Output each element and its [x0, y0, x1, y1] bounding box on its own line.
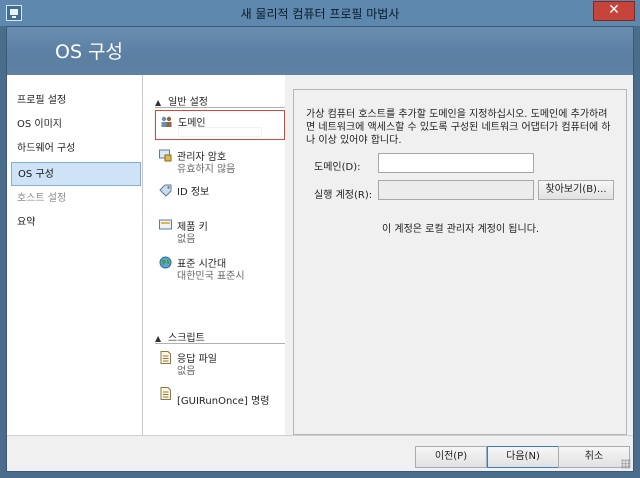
section-divider	[155, 343, 285, 344]
close-button[interactable]: ✕	[593, 1, 635, 21]
wizard-footer: 이전(P) 다음(N) 취소	[7, 435, 633, 471]
setting-item-id-info[interactable]: ID 정보	[155, 180, 285, 210]
browse-button[interactable]: 찾아보기(B)...	[538, 180, 614, 200]
header-banner: OS 구성	[7, 27, 633, 75]
next-button[interactable]: 다음(N)	[487, 446, 559, 468]
domain-description: 가상 컴퓨터 호스트를 추가할 도메인을 지정하십시오. 도메인에 추가하려면 …	[306, 109, 611, 146]
setting-item-answer-file[interactable]: 응답 파일 없음	[155, 347, 285, 377]
setting-item-domain[interactable]: 도메인	[155, 110, 285, 140]
nav-item-os-image[interactable]: OS 이미지	[11, 113, 141, 137]
setting-item-guirunonce[interactable]: [GUIRunOnce] 명령	[155, 383, 285, 413]
previous-button[interactable]: 이전(P)	[415, 446, 487, 468]
nav-item-hardware-config[interactable]: 하드웨어 구성	[11, 137, 141, 161]
setting-status: 대한민국 표준시	[177, 271, 245, 282]
product-key-icon	[159, 219, 172, 230]
setting-title: ID 정보	[177, 187, 210, 198]
setting-item-admin-password[interactable]: 관리자 암호 유효하지 않음	[155, 145, 285, 175]
nav-item-summary[interactable]: 요약	[11, 211, 141, 235]
wizard-window: 새 물리적 컴퓨터 프로필 마법사 ✕ OS 구성 프로필 설정 OS 이미지 …	[0, 0, 640, 478]
window-title: 새 물리적 컴퓨터 프로필 마법사	[240, 7, 400, 21]
admin-password-icon	[159, 149, 172, 162]
nav-item-host-settings: 호스트 설정	[17, 193, 67, 204]
run-as-account-input[interactable]	[378, 180, 534, 200]
run-as-hint: 이 계정은 로컬 관리자 계정이 됩니다.	[382, 224, 540, 235]
domain-icon	[161, 116, 172, 127]
command-file-icon	[160, 387, 171, 400]
domain-summary-value	[178, 127, 262, 137]
setting-item-product-key[interactable]: 제품 키 없음	[155, 215, 285, 245]
id-tag-icon	[159, 184, 172, 197]
page-title: OS 구성	[55, 41, 124, 63]
nav-item-os-config[interactable]: OS 구성	[11, 162, 141, 186]
settings-list: ▲ 일반 설정 도메인 관리자 암호 유효하지 않음 ID 정보 제품 키 없음…	[143, 75, 285, 435]
answer-file-icon	[160, 351, 171, 364]
collapse-chevron-icon: ▲	[155, 334, 162, 343]
cancel-button[interactable]: 취소	[558, 446, 630, 468]
collapse-chevron-icon: ▲	[155, 98, 162, 107]
domain-label: 도메인(D):	[314, 162, 361, 173]
setting-title: [GUIRunOnce] 명령	[177, 396, 270, 407]
setting-status: 없음	[177, 234, 196, 245]
setting-status: 없음	[177, 366, 196, 377]
domain-input[interactable]	[378, 153, 534, 173]
wizard-step-nav: 프로필 설정 OS 이미지 하드웨어 구성 OS 구성 호스트 설정 요약	[7, 75, 143, 435]
wizard-frame: OS 구성 프로필 설정 OS 이미지 하드웨어 구성 OS 구성 호스트 설정…	[6, 26, 634, 472]
timezone-globe-icon	[159, 256, 172, 269]
nav-item-profile-settings[interactable]: 프로필 설정	[11, 89, 141, 113]
title-bar: 새 물리적 컴퓨터 프로필 마법사 ✕	[0, 0, 640, 26]
resize-grip-icon[interactable]	[621, 459, 631, 469]
setting-status: 유효하지 않음	[177, 164, 236, 175]
domain-settings-panel: 가상 컴퓨터 호스트를 추가할 도메인을 지정하십시오. 도메인에 추가하려면 …	[293, 89, 627, 435]
run-as-label: 실행 계정(R):	[314, 190, 373, 201]
section-divider	[155, 107, 285, 108]
setting-item-timezone[interactable]: 표준 시간대 대한민국 표준시	[155, 252, 285, 282]
